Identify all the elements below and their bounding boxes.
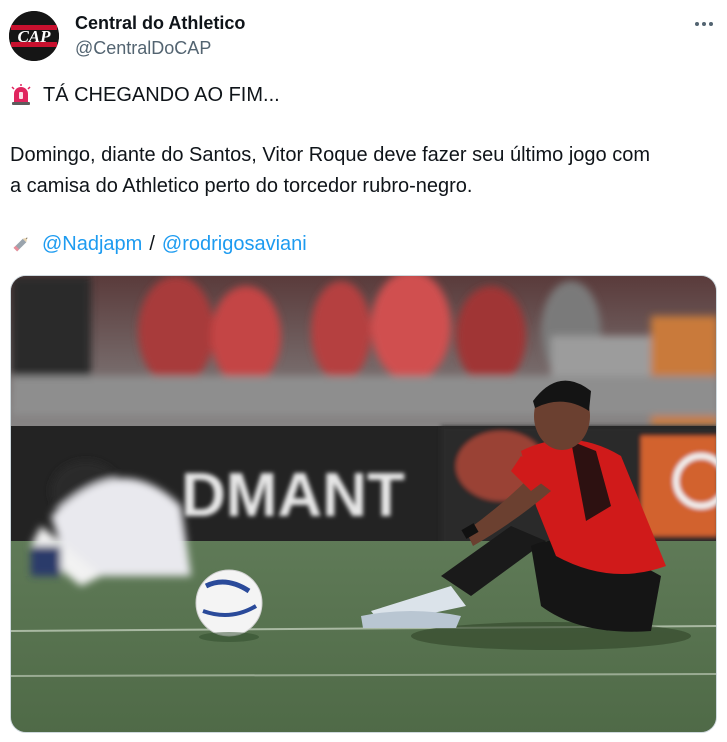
rotating-light-icon — [11, 84, 31, 105]
ad-board-text: DMANT — [181, 461, 405, 530]
mention-separator: / — [149, 233, 155, 255]
football-photo-image: DMANT — [11, 276, 716, 732]
tweet-body-line-1: Domingo, diante do Santos, Vitor Roque d… — [10, 144, 650, 166]
tweet-photo[interactable]: DMANT — [10, 275, 717, 733]
pencil-icon — [13, 237, 28, 252]
avatar[interactable]: CAP — [9, 11, 59, 61]
tweet-card[interactable]: CAP Central do Athletico @CentralDoCAP T… — [0, 0, 727, 742]
cap-logo-icon: CAP — [9, 11, 59, 61]
tweet-headline-line: TÁ CHEGANDO AO FIM... — [10, 82, 280, 108]
tweet-credits: @Nadjapm / @rodrigosaviani — [10, 231, 307, 257]
tweet-headline: TÁ CHEGANDO AO FIM... — [43, 84, 280, 106]
author-handle[interactable]: @CentralDoCAP — [75, 37, 211, 59]
tweet-body-line-2: a camisa do Athletico perto do torcedor … — [10, 175, 473, 197]
ellipsis-icon — [695, 22, 713, 26]
mention-link-2[interactable]: @rodrigosaviani — [162, 231, 307, 257]
more-options-button[interactable] — [690, 12, 718, 36]
author-name[interactable]: Central do Athletico — [75, 12, 245, 34]
avatar-text: CAP — [17, 27, 51, 46]
mention-link-1[interactable]: @Nadjapm — [42, 231, 142, 257]
